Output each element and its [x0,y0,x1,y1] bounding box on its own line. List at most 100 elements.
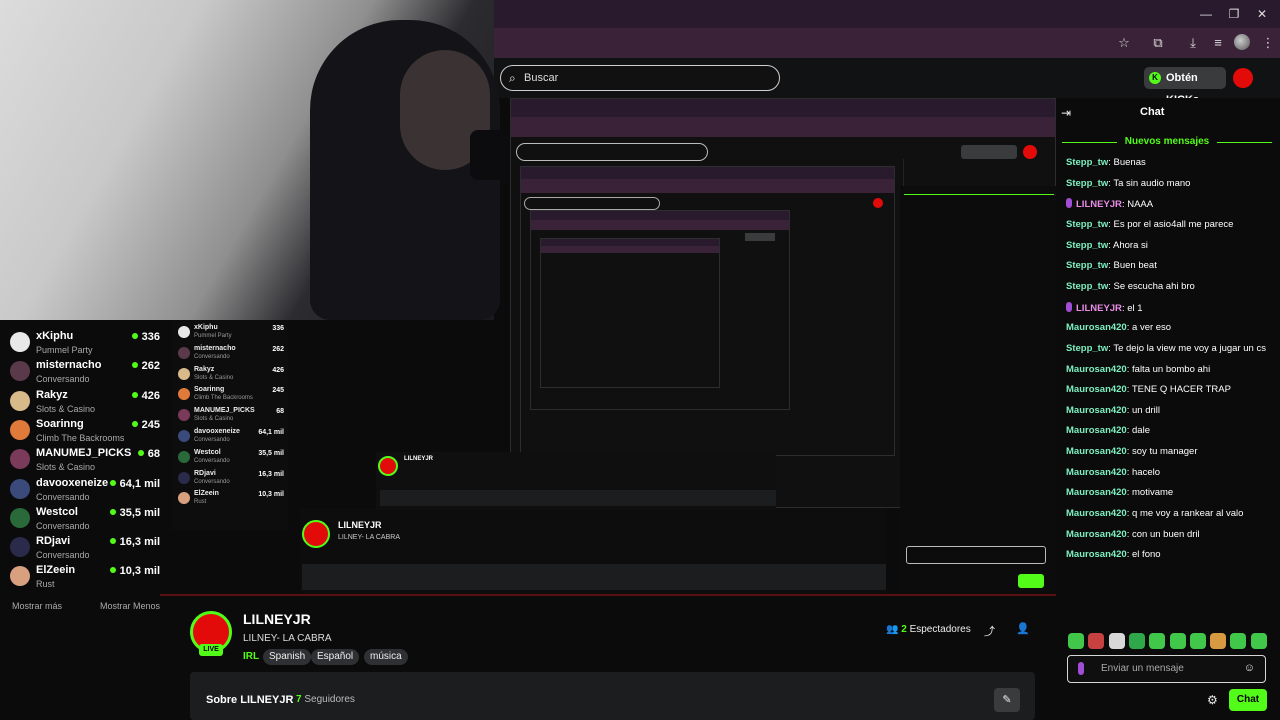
share-icon[interactable]: ⤴ [984,623,995,639]
chat-message: LILNEYJR: NAAA [1066,198,1271,210]
emote-icon[interactable] [1250,633,1267,649]
extensions-icon[interactable]: ⧉ [1150,35,1166,51]
chat-title: Chat [1140,106,1165,118]
chat-username[interactable]: LILNEYJR [1076,303,1122,314]
chat-username[interactable]: Stepp_tw [1066,260,1108,271]
gear-icon[interactable]: ⚙ [1207,693,1218,707]
kebab-menu-icon[interactable]: ⋮ [1260,35,1276,51]
viewers-icon: 👥 [886,624,899,635]
webcam-overlay [0,0,510,320]
sidebar-channel[interactable]: ElZeein Rust 10,3 mil [10,563,160,591]
follow-icon[interactable]: 👤 [1016,622,1030,635]
sidebar-channel[interactable]: Rakyz Slots & Casino 426 [10,388,160,416]
chat-username[interactable]: Maurosan420 [1066,322,1127,333]
profile-avatar[interactable] [1234,34,1250,50]
emote-icon[interactable] [1169,633,1186,649]
user-avatar[interactable] [1233,68,1253,88]
chat-message: Maurosan420: motivame [1066,487,1271,498]
chat-text: Buenas [1113,157,1146,168]
channel-avatar [10,478,30,499]
sidebar-channel[interactable]: xKiphu Pummel Party 336 [10,329,160,357]
chat-username[interactable]: Maurosan420 [1066,425,1127,436]
sidebar-channel[interactable]: RDjavi Conversando 16,3 mil [10,534,160,562]
chat-username[interactable]: Stepp_tw [1066,240,1108,251]
close-icon[interactable]: ✕ [1254,6,1270,22]
emote-icon[interactable] [1210,633,1227,649]
tag-espanol[interactable]: Español [311,649,360,665]
chat-username[interactable]: LILNEYJR [1076,199,1122,210]
channel-name: Westcol [36,505,78,518]
chat-username[interactable]: Stepp_tw [1066,157,1108,168]
chat-message: Maurosan420: q me voy a rankear al valo [1066,508,1271,519]
viewer-label: Espectadores [909,624,971,635]
nested-sidebar-channel: Westcol Conversando 35,5 mil [178,449,284,471]
edit-pencil-icon[interactable]: ✎ [994,688,1020,712]
followers-number: 7 [296,694,302,705]
channel-avatar [178,409,190,422]
chat-message: LILNEYJR: el 1 [1066,301,1271,314]
tag-musica[interactable]: música [364,649,408,665]
emote-icon[interactable] [1128,633,1145,649]
show-less-link[interactable]: Mostrar Menos [100,601,160,611]
chat-username[interactable]: Maurosan420 [1066,508,1127,519]
sidebar-channel[interactable]: misternacho Conversando 262 [10,358,160,386]
emote-icon[interactable] [1068,633,1084,649]
viewer-count: 336 [272,325,284,332]
channel-avatar [178,471,190,484]
chat-username[interactable]: Stepp_tw [1066,281,1108,292]
download-icon[interactable]: ⤓ [1185,35,1201,51]
emote-icon[interactable] [1189,633,1206,649]
chat-username[interactable]: Maurosan420 [1066,467,1127,478]
viewer-count: 336 [131,331,160,343]
chat-message: Maurosan420: TENE Q HACER TRAP [1066,384,1271,395]
media-control-icon[interactable]: ≡ [1210,35,1226,51]
chat-input[interactable]: Enviar un mensaje ☺ [1067,655,1266,683]
mic-badge-icon [1066,198,1072,209]
sidebar-channel[interactable]: Westcol Conversando 35,5 mil [10,505,160,533]
sidebar-channel[interactable]: davooxeneize Conversando 64,1 mil [10,476,160,504]
tag-spanish[interactable]: Spanish [263,649,312,665]
emoji-icon[interactable]: ☺ [1244,662,1255,674]
sidebar-channel[interactable]: MANUMEJ_PICKS Slots & Casino 68 [10,446,160,474]
channel-name: davooxeneize [36,476,109,489]
chat-username[interactable]: Maurosan420 [1066,549,1127,560]
channel-name: Soarinng [36,417,84,430]
chat-username[interactable]: Maurosan420 [1066,384,1127,395]
stream-category[interactable]: IRL [243,651,259,662]
emote-icon[interactable] [1088,633,1105,649]
nested-sidebar-channel: MANUMEJ_PICKS Slots & Casino 68 [178,407,284,429]
get-kicks-button[interactable]: K Obtén KICKs [1144,67,1226,106]
chat-username[interactable]: Maurosan420 [1066,487,1127,498]
bookmark-star-icon[interactable]: ☆ [1116,35,1132,51]
chat-username[interactable]: Stepp_tw [1066,219,1108,230]
mic-badge-icon [1066,301,1072,312]
emote-icon[interactable] [1108,633,1125,649]
minimize-icon[interactable]: — [1198,6,1214,22]
channel-category: Conversando [194,457,230,464]
chat-username[interactable]: Maurosan420 [1066,529,1127,540]
chat-username[interactable]: Maurosan420 [1066,405,1127,416]
show-more-link[interactable]: Mostrar más [12,601,62,611]
viewer-count: 16,3 mil [258,470,284,478]
channel-name: davooxeneize [194,428,240,435]
viewer-count: 10,3 mil [258,491,284,499]
viewer-count: 68 [137,448,160,460]
chat-username[interactable]: Stepp_tw [1066,343,1108,354]
collapse-chat-icon[interactable]: ⇥ [1061,106,1071,120]
channel-name: Soarinng [194,386,225,394]
viewer-number: 35,5 mil [119,506,160,519]
maximize-icon[interactable]: ❐ [1226,6,1242,22]
chat-message: Maurosan420: con un buen dril [1066,529,1271,540]
chat-username[interactable]: Stepp_tw [1066,178,1108,189]
chat-username[interactable]: Maurosan420 [1066,446,1127,457]
sidebar-channel[interactable]: Soarinng Climb The Backrooms 245 [10,417,160,445]
search-input[interactable]: ⌕ Buscar [500,65,780,91]
emote-icon[interactable] [1149,633,1166,649]
chat-text: falta un bombo ahi [1132,363,1211,375]
chat-username[interactable]: Maurosan420 [1066,364,1127,375]
chat-message: Stepp_tw: Te dejo la view me voy a jugar… [1066,343,1271,354]
channel-name[interactable]: LILNEYJR [243,611,311,627]
emote-icon[interactable] [1230,633,1247,649]
channel-name: MANUMEJ_PICKS [194,407,255,415]
send-chat-button[interactable]: Chat [1229,689,1267,711]
